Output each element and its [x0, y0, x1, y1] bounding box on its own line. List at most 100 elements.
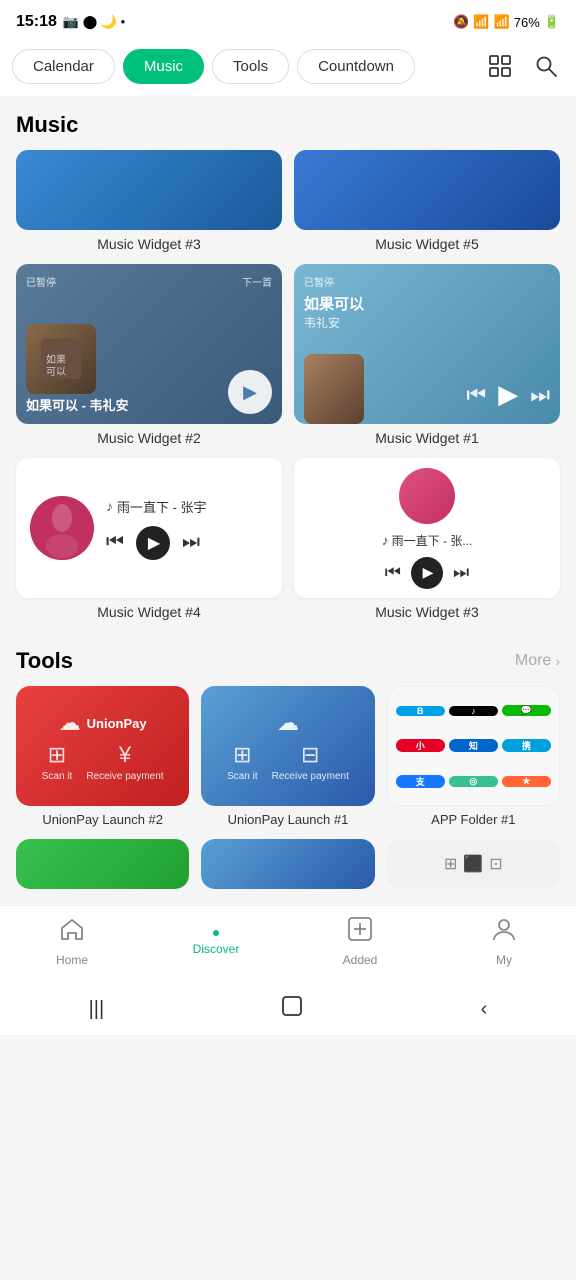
- status-icons-left: 📷 ⬤ 🌙 •: [63, 14, 125, 30]
- nav-pill-calendar[interactable]: Calendar: [12, 49, 115, 84]
- widget4-info: ♪ 雨一直下 - 张宇 ⏮ ▶ ⏭: [106, 497, 268, 560]
- search-icon-button[interactable]: [528, 48, 564, 84]
- tools-grid: ☁ UnionPay ⊞ Scan it ¥ Receive payment: [16, 686, 560, 827]
- unionpay2-cloud-icon: ☁: [59, 710, 81, 736]
- tool-item-unionpay1[interactable]: ☁ ⊞ Scan it ⊟ Receive payment UnionPay L…: [201, 686, 374, 827]
- widget4-next-button[interactable]: ⏭: [182, 531, 200, 554]
- tool-widget-unionpay2: ☁ UnionPay ⊞ Scan it ¥ Receive payment: [16, 686, 189, 806]
- widget2-album-art: 如果 可以: [26, 324, 96, 394]
- android-menu-button[interactable]: |||: [89, 998, 105, 1021]
- tool-widget-unionpay1: ☁ ⊞ Scan it ⊟ Receive payment: [201, 686, 374, 806]
- app-ctrip-icon: 携: [502, 739, 551, 752]
- partial-widget-green[interactable]: [16, 839, 189, 889]
- music-widget-2-item[interactable]: 已暂停 下一首 如果可以 - 韦礼安 如果 可以 ▶ Music Widget …: [16, 264, 282, 446]
- music-widget-3-small-item: ♪ 雨一直下 - 张... ⏮ ▶ ⏭ Music Widget #3: [294, 458, 560, 620]
- scan1-icon: ⊞: [233, 742, 251, 768]
- widget3-play-button[interactable]: ▶: [411, 557, 443, 589]
- app-bilibili-icon: B: [396, 706, 445, 716]
- receivepay1-label: Receive payment: [272, 771, 349, 782]
- grid-icon-button[interactable]: [482, 48, 518, 84]
- tool-label-folder: APP Folder #1: [387, 812, 560, 827]
- unionpay1-logo: ☁: [277, 710, 299, 736]
- receivepay-label: Receive payment: [86, 771, 163, 782]
- receivepay1-item: ⊟ Receive payment: [272, 742, 349, 782]
- widget4-prev-button[interactable]: ⏮: [106, 531, 124, 554]
- tab-discover[interactable]: Discover: [186, 928, 246, 956]
- top-nav: Calendar Music Tools Countdown: [0, 40, 576, 96]
- widget2-status: 已暂停: [26, 274, 56, 289]
- partial-icon1: ⊞: [444, 854, 457, 874]
- bottom-nav: Home Discover Added My: [0, 905, 576, 983]
- status-icons-right: 🔕 📶 📶 76% 🔋: [453, 14, 560, 30]
- added-icon: [347, 916, 373, 949]
- music-top-row: Music Widget #3 Music Widget #5: [16, 150, 560, 252]
- my-icon: [491, 916, 517, 949]
- tab-home-label: Home: [56, 953, 88, 967]
- widget3-next-button[interactable]: ⏭: [453, 562, 469, 583]
- music-mid-row: 已暂停 下一首 如果可以 - 韦礼安 如果 可以 ▶ Music Widget …: [16, 264, 560, 446]
- more-button[interactable]: More ›: [515, 652, 560, 670]
- widget3-avatar: [399, 468, 455, 524]
- widget1-prev-button[interactable]: ⏮: [466, 382, 486, 408]
- tool-label-unionpay1: UnionPay Launch #1: [201, 812, 374, 827]
- widget2-header: 已暂停 下一首: [26, 274, 272, 289]
- music-widget-4-card[interactable]: ♪ 雨一直下 - 张宇 ⏮ ▶ ⏭: [16, 458, 282, 598]
- widget2-play-button[interactable]: ▶: [228, 370, 272, 414]
- svg-text:可以: 可以: [46, 367, 66, 378]
- tab-my[interactable]: My: [474, 916, 534, 967]
- tab-added[interactable]: Added: [330, 916, 390, 967]
- scanit1-item: ⊞ Scan it: [227, 742, 258, 782]
- tool-item-unionpay2[interactable]: ☁ UnionPay ⊞ Scan it ¥ Receive payment: [16, 686, 189, 827]
- music-widget-3-banner-item[interactable]: Music Widget #3: [16, 150, 282, 252]
- main-content: Music Music Widget #3 Music Widget #5 已暂…: [0, 96, 576, 905]
- partial-icon2: ⬛: [463, 854, 483, 874]
- scan-icon: ⊞: [48, 742, 66, 768]
- tab-home[interactable]: Home: [42, 916, 102, 967]
- nav-pill-countdown[interactable]: Countdown: [297, 49, 415, 84]
- music-widget-1-card[interactable]: 已暂停 如果可以 韦礼安 ⏮ ▶ ⏭: [294, 264, 560, 424]
- tool-item-folder[interactable]: B ♪ 💬 小 知 携 支 ◎ ★ APP Folder #1: [387, 686, 560, 827]
- nav-pill-tools[interactable]: Tools: [212, 49, 289, 84]
- widget3-prev-button[interactable]: ⏮: [385, 562, 401, 583]
- discover-dot-icon: [211, 928, 221, 938]
- app-alipay-icon: 支: [396, 775, 445, 788]
- music-widget-2-label: Music Widget #2: [16, 430, 282, 446]
- receivepay-item: ¥ Receive payment: [86, 742, 163, 782]
- partial-widget-blue[interactable]: [201, 839, 374, 889]
- android-back-button[interactable]: ‹: [481, 998, 488, 1021]
- tool-widget-folder: B ♪ 💬 小 知 携 支 ◎ ★: [387, 686, 560, 806]
- widget1-status: 已暂停: [304, 274, 550, 289]
- android-nav-bar: ||| ‹: [0, 983, 576, 1035]
- widget1-next-button[interactable]: ⏭: [530, 382, 550, 408]
- widget4-controls: ⏮ ▶ ⏭: [106, 526, 268, 560]
- partial-widget-gray[interactable]: ⊞ ⬛ ⊡: [387, 839, 560, 889]
- music-section-title: Music: [16, 96, 560, 150]
- partial-icon3: ⊡: [489, 854, 502, 874]
- widget2-next: 下一首: [242, 274, 272, 289]
- nav-icons: [482, 48, 564, 84]
- widget1-play-button[interactable]: ▶: [498, 379, 518, 410]
- widget1-song-name: 如果可以: [304, 293, 550, 314]
- music-widget-5-banner-item[interactable]: Music Widget #5: [294, 150, 560, 252]
- app-wechat-icon: 💬: [502, 705, 551, 716]
- music-widget-5-label: Music Widget #5: [294, 236, 560, 252]
- signal-icon: 📶: [494, 14, 510, 30]
- unionpay1-icon: ☁: [277, 710, 299, 736]
- home-icon: [59, 916, 85, 949]
- music-widget-4-item: ♪ 雨一直下 - 张宇 ⏮ ▶ ⏭ Music Widget #4: [16, 458, 282, 620]
- widget4-song: ♪ 雨一直下 - 张宇: [106, 497, 268, 516]
- widget4-play-button[interactable]: ▶: [136, 526, 170, 560]
- music-widget-3-small-card[interactable]: ♪ 雨一直下 - 张... ⏮ ▶ ⏭: [294, 458, 560, 598]
- unionpay2-name: UnionPay: [87, 716, 147, 731]
- wifi-icon: 📶: [473, 14, 489, 30]
- music-widget-3-banner: [16, 150, 282, 230]
- music-widget-1-item[interactable]: 已暂停 如果可以 韦礼安 ⏮ ▶ ⏭ Music Widget #1: [294, 264, 560, 446]
- app-zhihu-icon: 知: [449, 739, 498, 752]
- widget4-avatar: [30, 496, 94, 560]
- android-home-button[interactable]: [281, 995, 303, 1023]
- nav-pill-music[interactable]: Music: [123, 49, 204, 84]
- music-widget-3-small-label: Music Widget #3: [294, 604, 560, 620]
- music-widget-2-card[interactable]: 已暂停 下一首 如果可以 - 韦礼安 如果 可以 ▶: [16, 264, 282, 424]
- unionpay2-logo: ☁ UnionPay: [59, 710, 147, 736]
- tool-label-unionpay2: UnionPay Launch #2: [16, 812, 189, 827]
